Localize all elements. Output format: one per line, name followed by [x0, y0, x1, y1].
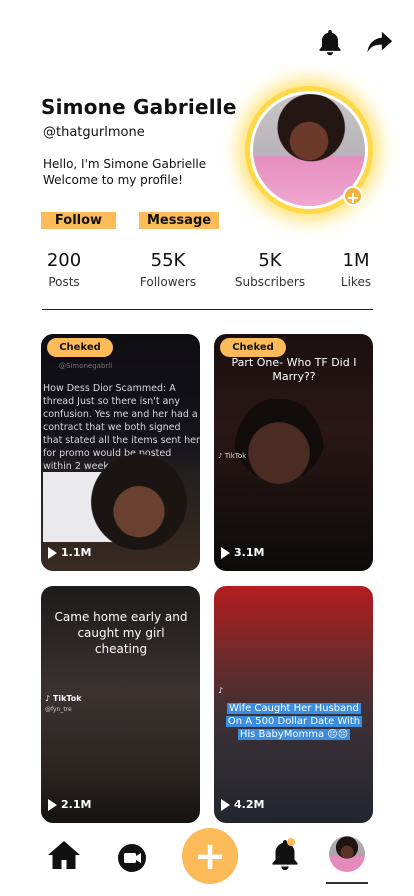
stat-label: Followers [139, 275, 197, 289]
stat-label: Subscribers [234, 275, 306, 289]
video-card[interactable]: Part One- Who TF Did I Marry?? ♪ TikTok … [214, 334, 373, 571]
stat-posts[interactable]: 200 Posts [46, 250, 82, 289]
divider [42, 309, 373, 310]
video-username: @Simonegabrll [59, 362, 113, 370]
bottom-nav: + [0, 828, 414, 888]
view-count: 4.2M [221, 798, 264, 811]
view-count-value: 1.1M [61, 546, 92, 559]
profile-handle: @thatgurlmone [43, 125, 145, 140]
video-card[interactable]: @Simonegabrll How Dess Dior Scammed: A t… [41, 334, 200, 571]
stat-value: 55K [150, 250, 186, 271]
play-icon [48, 546, 57, 559]
view-count: 1.1M [48, 546, 91, 559]
video-caption: Wife Caught Her Husband On A 500 Dollar … [220, 702, 368, 741]
bio-line-2: Welcome to my profile! [43, 173, 183, 187]
message-button[interactable]: Message [139, 212, 219, 229]
view-count-value: 4.2M [234, 798, 265, 811]
profile-avatar[interactable]: + [245, 86, 373, 214]
video-username: @fyn_tre [45, 706, 72, 713]
tiktok-logo-icon: ♪ TikTok [45, 694, 82, 703]
video-thumbnail [234, 399, 324, 519]
top-actions [316, 28, 394, 56]
home-icon[interactable] [45, 838, 83, 872]
profile-name: Simone Gabrielle [41, 95, 237, 119]
view-count: 2.1M [48, 798, 91, 811]
follow-button[interactable]: Follow [41, 212, 116, 229]
stat-label: Posts [48, 275, 80, 289]
stat-subscribers[interactable]: 5K Subscribers [232, 250, 308, 289]
video-caption: Came home early and caught my girl cheat… [54, 610, 188, 656]
video-caption-text: Wife Caught Her Husband On A 500 Dollar … [225, 703, 363, 740]
stat-value: 1M [342, 250, 370, 271]
bio-line-1: Hello, I'm Simone Gabrielle [43, 157, 207, 171]
notifications-icon[interactable] [268, 836, 302, 872]
stat-value: 5K [258, 250, 282, 271]
play-icon [221, 546, 230, 559]
video-card[interactable]: Came home early and caught my girl cheat… [41, 586, 200, 823]
tiktok-logo-icon: ♪ [218, 686, 224, 695]
stat-likes[interactable]: 1M Likes [339, 250, 373, 289]
profile-bio: Hello, I'm Simone Gabrielle Welcome to m… [43, 156, 206, 188]
video-camera-icon[interactable] [114, 841, 152, 875]
play-icon [221, 798, 230, 811]
add-story-icon[interactable]: + [343, 186, 363, 207]
stat-value: 200 [46, 250, 82, 271]
tiktok-logo-icon: ♪ TikTok [218, 452, 247, 460]
profile-avatar-tab[interactable] [329, 836, 365, 872]
bell-icon[interactable] [316, 28, 344, 56]
share-icon[interactable] [366, 28, 394, 56]
active-tab-indicator [326, 882, 368, 884]
checked-badge: Cheked [220, 338, 286, 357]
video-card[interactable]: ♪ Wife Caught Her Husband On A 500 Dolla… [214, 586, 373, 823]
stat-followers[interactable]: 55K Followers [138, 250, 198, 289]
view-count-value: 2.1M [61, 798, 92, 811]
stat-label: Likes [340, 275, 372, 289]
checked-badge: Cheked [47, 338, 113, 357]
play-icon [48, 798, 57, 811]
view-count: 3.1M [221, 546, 264, 559]
view-count-value: 3.1M [234, 546, 265, 559]
create-post-button[interactable]: + [182, 828, 238, 884]
video-thumbnail [83, 454, 195, 571]
video-caption: Part One- Who TF Did I Marry?? [231, 356, 357, 383]
profile-stats: 200 Posts 55K Followers 5K Subscribers 1… [0, 250, 414, 294]
tiktok-label: TikTok [52, 694, 82, 703]
